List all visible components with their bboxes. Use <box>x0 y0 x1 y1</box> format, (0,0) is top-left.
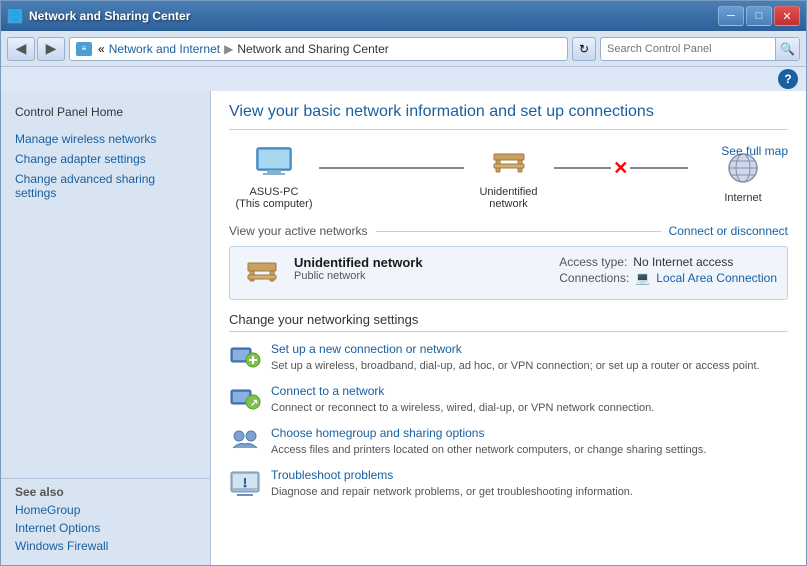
setting-item-troubleshoot: Troubleshoot problems Diagnose and repai… <box>229 468 788 498</box>
sidebar-homegroup[interactable]: HomeGroup <box>1 501 210 519</box>
sidebar-windows-firewall[interactable]: Windows Firewall <box>1 537 210 555</box>
content-title: View your basic network information and … <box>229 103 788 130</box>
connections-row: Connections: 💻 Local Area Connection <box>559 271 777 285</box>
minimize-button[interactable]: ─ <box>718 6 744 26</box>
connect-content: Connect to a network Connect or reconnec… <box>271 384 788 414</box>
search-icon[interactable]: 🔍 <box>775 38 799 60</box>
title-bar: 🌐 Network and Sharing Center ─ □ ✕ <box>1 1 806 31</box>
network-bench-icon <box>484 144 534 184</box>
svg-text:↗: ↗ <box>250 398 258 409</box>
breadcrumb-arrow: ▶ <box>224 42 233 56</box>
sidebar-internet-options[interactable]: Internet Options <box>1 519 210 537</box>
sidebar-item-adapter[interactable]: Change adapter settings <box>1 149 210 169</box>
connections-label: Connections: <box>559 271 629 285</box>
computer-icon <box>249 144 299 184</box>
network-diagram: ASUS-PC (This computer) <box>229 144 788 210</box>
maximize-button[interactable]: □ <box>746 6 772 26</box>
sidebar-item-wireless[interactable]: Manage wireless networks <box>1 129 210 149</box>
sidebar-see-also-label: See also <box>1 478 210 501</box>
homegroup-icon <box>229 426 261 454</box>
active-network-card: Unidentified network Public network Acce… <box>229 246 788 300</box>
troubleshoot-desc: Diagnose and repair network problems, or… <box>271 486 633 498</box>
help-bar: ? <box>1 67 806 91</box>
connect-desc: Connect or reconnect to a wireless, wire… <box>271 402 654 414</box>
setup-content: Set up a new connection or network Set u… <box>271 342 788 372</box>
setup-desc: Set up a wireless, broadband, dial-up, a… <box>271 360 760 372</box>
diagram-network-label: Unidentified network <box>464 186 554 210</box>
help-button[interactable]: ? <box>778 69 798 89</box>
broken-connection-icon: ✕ <box>613 158 628 179</box>
address-bar: ◀ ▶ ≡ « Network and Internet ▶ Network a… <box>1 31 806 67</box>
setting-item-homegroup: Choose homegroup and sharing options Acc… <box>229 426 788 456</box>
diagram-computer: ASUS-PC (This computer) <box>229 144 319 210</box>
network-name: Unidentified network <box>294 255 529 270</box>
title-bar-left: 🌐 Network and Sharing Center <box>7 8 190 24</box>
diagram-internet: Internet <box>698 150 788 204</box>
window-icon: 🌐 <box>7 8 23 24</box>
breadcrumb-bar: ≡ « Network and Internet ▶ Network and S… <box>69 37 568 61</box>
setting-item-connect: ↗ Connect to a network Connect or reconn… <box>229 384 788 414</box>
breadcrumb-sep1: « <box>98 42 105 56</box>
diagram-wrapper: ASUS-PC (This computer) <box>229 144 788 210</box>
diagram-internet-label: Internet <box>724 192 761 204</box>
connections-value[interactable]: Local Area Connection <box>656 271 777 285</box>
homegroup-content: Choose homegroup and sharing options Acc… <box>271 426 788 456</box>
connect-disconnect-link[interactable]: Connect or disconnect <box>669 224 788 238</box>
content-area: View your basic network information and … <box>211 91 806 565</box>
sidebar-nav: Manage wireless networks Change adapter … <box>1 129 210 203</box>
connect-icon: ↗ <box>229 384 261 412</box>
access-type-label: Access type: <box>559 255 627 269</box>
network-details: Access type: No Internet access Connecti… <box>559 255 777 287</box>
window-title: Network and Sharing Center <box>29 9 190 23</box>
setting-item-setup: Set up a new connection or network Set u… <box>229 342 788 372</box>
back-button[interactable]: ◀ <box>7 37 35 61</box>
network-info: Unidentified network Public network <box>294 255 529 282</box>
homegroup-link[interactable]: Choose homegroup and sharing options <box>271 426 788 440</box>
active-networks-header: View your active networks Connect or dis… <box>229 224 788 238</box>
homegroup-desc: Access files and printers located on oth… <box>271 444 706 456</box>
diagram-broken-line: ✕ <box>554 167 699 169</box>
breadcrumb-network-internet[interactable]: Network and Internet <box>109 42 220 56</box>
refresh-button[interactable]: ↻ <box>572 37 596 61</box>
troubleshoot-content: Troubleshoot problems Diagnose and repai… <box>271 468 788 498</box>
see-full-map-link[interactable]: See full map <box>721 144 788 158</box>
sidebar: Control Panel Home Manage wireless netwo… <box>1 91 211 565</box>
forward-button[interactable]: ▶ <box>37 37 65 61</box>
sidebar-spacer <box>1 213 210 474</box>
breadcrumb-icon: ≡ <box>76 42 92 56</box>
diagram-line-1 <box>319 167 464 169</box>
change-settings-title: Change your networking settings <box>229 312 788 332</box>
close-button[interactable]: ✕ <box>774 6 800 26</box>
setup-icon <box>229 342 261 370</box>
main-window: 🌐 Network and Sharing Center ─ □ ✕ ◀ ▶ ≡… <box>0 0 807 566</box>
diagram-network: Unidentified network <box>464 144 554 210</box>
troubleshoot-link[interactable]: Troubleshoot problems <box>271 468 788 482</box>
sidebar-home[interactable]: Control Panel Home <box>1 101 210 123</box>
main-layout: Control Panel Home Manage wireless netwo… <box>1 91 806 565</box>
active-networks-divider <box>376 231 661 232</box>
access-type-row: Access type: No Internet access <box>559 255 777 269</box>
nav-buttons: ◀ ▶ <box>7 37 65 61</box>
search-input[interactable] <box>601 43 775 55</box>
network-card-icon <box>240 255 284 291</box>
setup-link[interactable]: Set up a new connection or network <box>271 342 788 356</box>
sidebar-item-sharing[interactable]: Change advanced sharing settings <box>1 169 210 203</box>
diagram-computer-label: ASUS-PC (This computer) <box>235 186 312 210</box>
troubleshoot-icon <box>229 468 261 496</box>
active-networks-label: View your active networks <box>229 224 368 238</box>
connect-link[interactable]: Connect to a network <box>271 384 788 398</box>
window-controls[interactable]: ─ □ ✕ <box>718 6 800 26</box>
breadcrumb-current: Network and Sharing Center <box>237 42 388 56</box>
network-type: Public network <box>294 270 529 282</box>
access-type-value: No Internet access <box>633 255 733 269</box>
search-box: 🔍 <box>600 37 800 61</box>
